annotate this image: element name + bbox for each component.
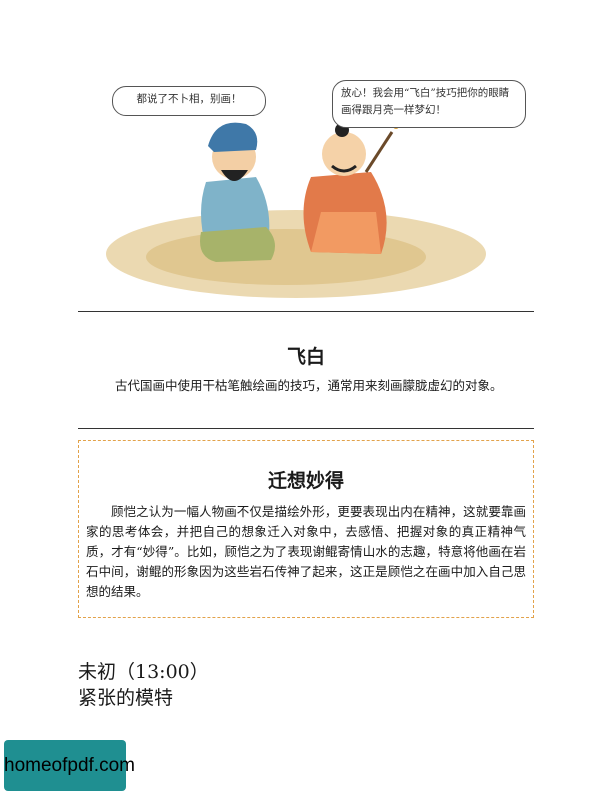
speech-text-right: 放心！我会用“飞白”技巧把你的眼睛画得跟月亮一样梦幻！ xyxy=(341,87,510,116)
divider-middle xyxy=(78,428,534,429)
speech-bubble-left: 都说了不卜相，别画！ xyxy=(112,86,266,116)
section-body-qianxiang: 顾恺之认为一幅人物画不仅是描绘外形，更要表现出内在精神，这就要靠画家的思考体会，… xyxy=(86,504,526,599)
watermark-badge: homeofpdf.com xyxy=(4,740,135,791)
speech-bubble-right: 放心！我会用“飞白”技巧把你的眼睛画得跟月亮一样梦幻！ xyxy=(332,80,526,128)
watermark-text: homeofpdf.com xyxy=(4,755,135,776)
subtitle-heading: 紧张的模特 xyxy=(78,687,174,709)
divider-top xyxy=(78,311,534,312)
time-heading: 未初（13:00） xyxy=(78,661,209,683)
section-title-qianxiang: 迁想妙得 xyxy=(267,470,344,492)
section-body-feibai: 古代国画中使用干枯笔触绘画的技巧，通常用来刻画朦胧虚幻的对象。 xyxy=(115,378,503,393)
speech-text-left: 都说了不卜相，别画！ xyxy=(136,93,242,105)
section-title-feibai: 飞白 xyxy=(286,346,325,368)
